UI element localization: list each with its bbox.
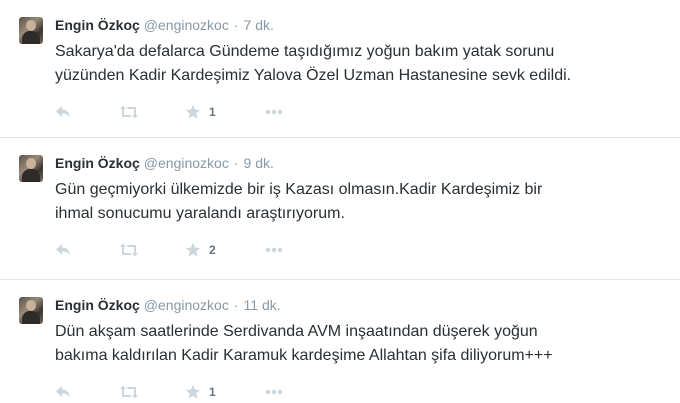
tweet-actions: 2 (55, 240, 355, 260)
avatar[interactable] (19, 17, 43, 44)
retweet-button[interactable] (119, 240, 139, 260)
tweet-timeline: Engin Özkoç @enginozkoc · 7 dk. Sakarya'da … (0, 0, 680, 403)
favorite-count: 2 (209, 243, 216, 257)
tweet-text-line: ihmal sonucumu yaralandı araştırıyorum. (55, 205, 345, 222)
retweet-icon (120, 385, 138, 399)
tweet-actions: 1 (55, 102, 355, 122)
tweet-text-line: yüzünden Kadir Kardeşimiz Yalova Özel Uz… (55, 67, 572, 84)
more-icon (265, 247, 283, 253)
avatar[interactable] (19, 297, 43, 324)
separator-dot: · (233, 17, 239, 33)
retweet-button[interactable] (119, 382, 139, 402)
favorite-button[interactable]: 1 (185, 102, 216, 122)
reply-icon (56, 244, 70, 256)
tweet[interactable]: Engin Özkoç @enginozkoc · 11 dk. Dün akşam … (0, 279, 680, 403)
retweet-icon (120, 105, 138, 119)
more-icon (265, 389, 283, 395)
reply-button[interactable] (55, 382, 71, 402)
retweet-button[interactable] (119, 102, 139, 122)
favorite-button[interactable]: 2 (185, 240, 216, 260)
tweet-text-line: Gün geçmiyorki ülkemizde bir iş Kazası o… (55, 181, 543, 198)
retweet-icon (120, 243, 138, 257)
reply-button[interactable] (55, 240, 71, 260)
tweet-text: Dün akşam saatlerinde Serdivanda AVM inş… (55, 320, 670, 368)
tweet-header: Engin Özkoç @enginozkoc · 7 dk. (55, 16, 274, 34)
author-username[interactable]: @enginozkoc (144, 297, 229, 313)
tweet-text-line: Dün akşam saatlerinde Serdivanda AVM inş… (55, 323, 538, 340)
tweet-timestamp[interactable]: 7 dk. (244, 17, 274, 33)
tweet-header: Engin Özkoç @enginozkoc · 9 dk. (55, 154, 274, 172)
avatar[interactable] (19, 155, 43, 182)
separator-dot: · (233, 297, 239, 313)
author-username[interactable]: @enginozkoc (144, 17, 229, 33)
tweet-text: Gün geçmiyorki ülkemizde bir iş Kazası o… (55, 178, 670, 226)
tweet-timestamp[interactable]: 11 dk. (244, 297, 281, 313)
tweet[interactable]: Engin Özkoç @enginozkoc · 9 dk. Gün geçmiyo… (0, 137, 680, 271)
author-fullname[interactable]: Engin Özkoç (55, 155, 140, 171)
star-icon (185, 104, 201, 119)
tweet-actions: 1 (55, 382, 355, 402)
tweet-header: Engin Özkoç @enginozkoc · 11 dk. (55, 296, 281, 314)
tweet-text: Sakarya'da defalarca Gündeme taşıdığımız… (55, 40, 670, 88)
more-button[interactable] (265, 102, 283, 122)
favorite-count: 1 (209, 105, 216, 119)
favorite-button[interactable]: 1 (185, 382, 216, 402)
reply-icon (56, 386, 70, 398)
reply-button[interactable] (55, 102, 71, 122)
tweet-text-line: bakıma kaldırılan Kadir Karamuk kardeşim… (55, 347, 553, 364)
reply-icon (56, 106, 70, 118)
author-username[interactable]: @enginozkoc (144, 155, 229, 171)
favorite-count: 1 (209, 385, 216, 399)
more-button[interactable] (265, 240, 283, 260)
author-fullname[interactable]: Engin Özkoç (55, 297, 140, 313)
author-fullname[interactable]: Engin Özkoç (55, 17, 140, 33)
more-button[interactable] (265, 382, 283, 402)
separator-dot: · (233, 155, 239, 171)
more-icon (265, 109, 283, 115)
tweet[interactable]: Engin Özkoç @enginozkoc · 7 dk. Sakarya'da … (0, 0, 680, 134)
tweet-text-line: Sakarya'da defalarca Gündeme taşıdığımız… (55, 43, 555, 60)
star-icon (185, 384, 201, 399)
star-icon (185, 242, 201, 257)
tweet-timestamp[interactable]: 9 dk. (244, 155, 274, 171)
